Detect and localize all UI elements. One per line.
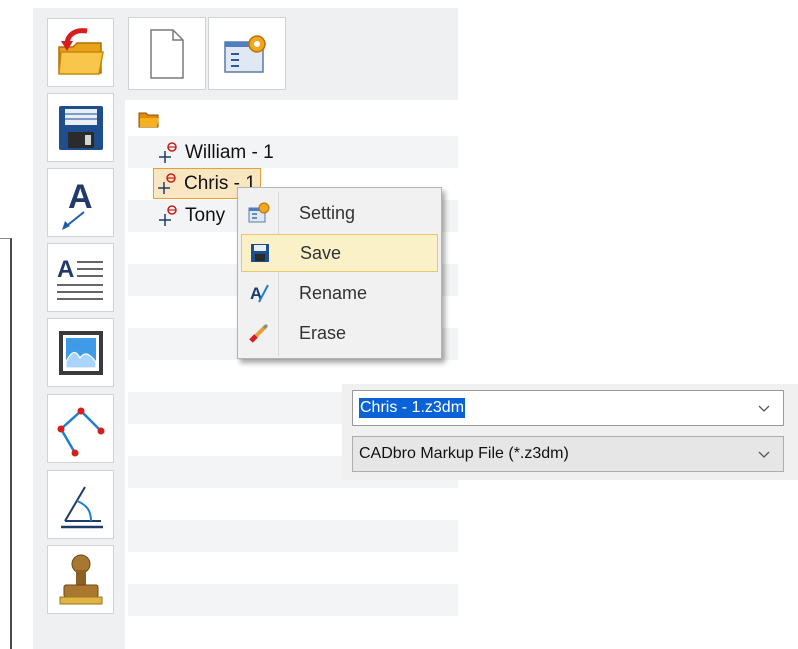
menu-item-setting[interactable]: Setting: [241, 194, 438, 232]
text-annotation-button[interactable]: A: [47, 168, 114, 237]
filename-value: Chris - 1.z3dm: [359, 398, 466, 418]
context-menu: Setting Save A Rename Erase: [237, 187, 442, 359]
angle-dimension-icon: [60, 485, 103, 528]
image-icon: [58, 330, 103, 375]
tree-node-william[interactable]: William - 1: [157, 141, 274, 165]
erase-icon: [249, 323, 269, 343]
menu-item-save[interactable]: Save: [241, 234, 438, 272]
angle-dimension-button[interactable]: [47, 470, 114, 539]
menu-item-label: Save: [300, 242, 342, 263]
folder-icon[interactable]: [138, 110, 160, 128]
text-block-icon: A: [56, 256, 103, 300]
tree-node-label: Tony: [185, 205, 226, 226]
markup-node-icon: [158, 172, 176, 194]
markup-settings-button[interactable]: [208, 17, 286, 90]
row-stripe: [128, 584, 458, 616]
settings-window-icon: [224, 34, 266, 73]
save-disk-icon: [58, 105, 103, 150]
text-block-button[interactable]: A: [47, 243, 114, 312]
text-annotation-icon: A: [61, 178, 93, 230]
stamp-icon: [59, 554, 102, 604]
menu-item-rename[interactable]: A Rename: [241, 274, 438, 312]
polyline-icon: [57, 407, 104, 456]
svg-text:A: A: [68, 178, 93, 216]
open-file-button[interactable]: [47, 18, 114, 87]
open-folder-icon: [57, 27, 104, 75]
rename-icon: A: [250, 284, 269, 303]
save-icon: [251, 244, 269, 262]
file-type-value: CADbro Markup File (*.z3dm): [359, 445, 569, 462]
polyline-button[interactable]: [47, 394, 114, 463]
filename-combobox[interactable]: Chris - 1.z3dm: [352, 390, 784, 426]
chevron-down-icon[interactable]: [757, 401, 771, 415]
svg-text:A: A: [57, 256, 74, 283]
row-stripe: [128, 520, 458, 552]
background-window-edge: [0, 238, 12, 649]
insert-image-button[interactable]: [47, 318, 114, 387]
menu-item-erase[interactable]: Erase: [241, 314, 438, 352]
menu-item-label: Erase: [299, 322, 347, 343]
chevron-down-icon[interactable]: [757, 447, 771, 461]
setting-icon: [248, 202, 270, 223]
save-button[interactable]: [47, 93, 114, 162]
stamp-button[interactable]: [47, 545, 114, 614]
markup-node-icon: [159, 142, 177, 163]
new-document-icon: [150, 28, 184, 79]
file-type-select[interactable]: CADbro Markup File (*.z3dm): [352, 436, 784, 472]
tree-node-tony[interactable]: Tony: [157, 204, 225, 228]
menu-item-label: Setting: [299, 202, 356, 223]
new-markup-button[interactable]: [128, 17, 206, 90]
save-dialog: Chris - 1.z3dm CADbro Markup File (*.z3d…: [342, 384, 798, 480]
markup-node-icon: [159, 205, 177, 226]
tree-node-label: William - 1: [185, 142, 274, 163]
menu-item-label: Rename: [299, 282, 368, 303]
